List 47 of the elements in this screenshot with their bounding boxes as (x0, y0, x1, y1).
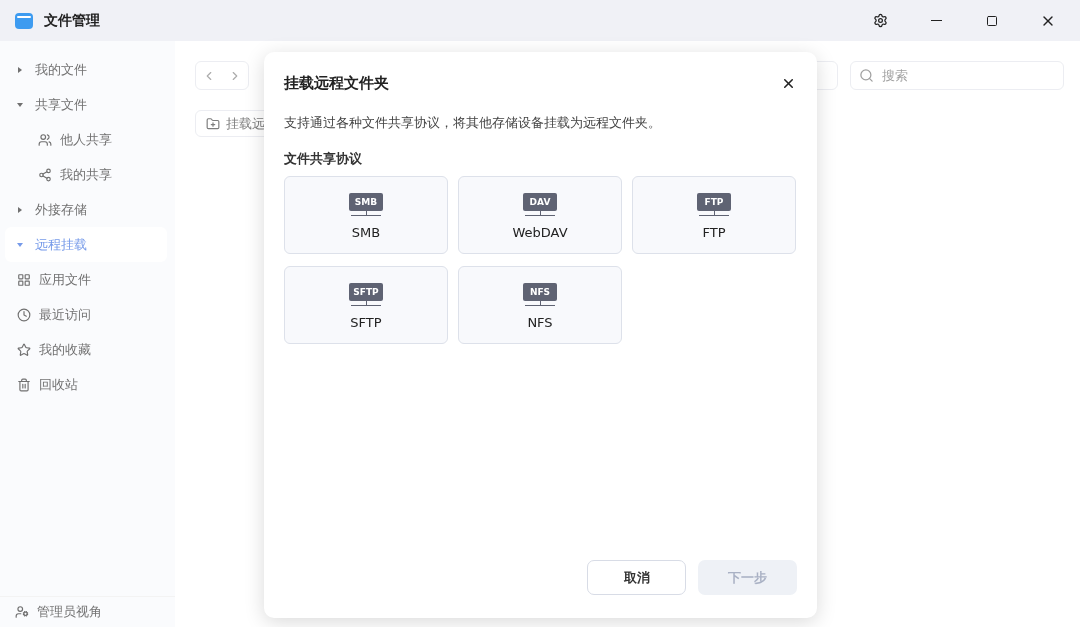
sidebar-label: 最近访问 (39, 305, 91, 324)
sidebar-label: 他人共享 (60, 130, 112, 149)
protocol-tile[interactable]: SMB SMB (284, 176, 448, 254)
search-icon (859, 68, 874, 83)
sidebar-item[interactable]: 他人共享 (5, 122, 167, 157)
protocol-tile[interactable]: NFS NFS (458, 266, 622, 344)
dialog-description: 支持通过各种文件共享协议，将其他存储设备挂载为远程文件夹。 (284, 115, 662, 132)
sidebar-item[interactable]: 应用文件 (5, 262, 167, 297)
grid-icon (17, 272, 31, 287)
trash-icon (17, 377, 31, 392)
search-input[interactable]: 搜索 (880, 67, 1034, 84)
admin-view-item[interactable]: 管理员视角 (0, 596, 175, 627)
sidebar-label: 回收站 (39, 375, 78, 394)
sidebar-item[interactable]: 我的文件 (5, 52, 167, 87)
sidebar-label: 我的收藏 (39, 340, 91, 359)
search-field[interactable]: 搜索 (850, 61, 1064, 90)
sidebar-item[interactable]: 我的收藏 (5, 332, 167, 367)
share-icon (38, 167, 52, 182)
sidebar-item[interactable]: 远程挂载 (5, 227, 167, 262)
section-label: 文件共享协议 (284, 150, 363, 168)
sidebar-label: 外接存储 (35, 200, 87, 219)
protocol-tile[interactable]: FTP FTP (632, 176, 796, 254)
user-icon (15, 605, 29, 619)
footer-label: 管理员视角 (37, 603, 102, 621)
protocol-tile[interactable]: DAV WebDAV (458, 176, 622, 254)
dialog-title: 挂载远程文件夹 (284, 74, 389, 93)
star-icon (17, 342, 31, 357)
folder-plus-icon (206, 116, 220, 131)
sidebar-item[interactable]: 共享文件 (5, 87, 167, 122)
folder-app-icon (14, 10, 34, 31)
minus-icon (930, 19, 942, 22)
sidebar-label: 我的共享 (60, 165, 112, 184)
square-icon (986, 14, 998, 27)
sidebar-item[interactable]: 最近访问 (5, 297, 167, 332)
sidebar-label: 应用文件 (39, 270, 91, 289)
sidebar-label: 共享文件 (35, 95, 87, 114)
gear-icon (872, 13, 888, 28)
sidebar-label: 远程挂载 (35, 235, 87, 254)
sidebar-item[interactable]: 回收站 (5, 367, 167, 402)
cancel-button[interactable]: 取消 (587, 560, 686, 595)
sidebar-item[interactable]: 我的共享 (5, 157, 167, 192)
protocol-tile[interactable]: SFTP SFTP (284, 266, 448, 344)
window-title: 文件管理 (44, 11, 101, 30)
clock-icon (17, 307, 31, 322)
sidebar-item[interactable]: 外接存储 (5, 192, 167, 227)
sidebar-label: 我的文件 (35, 60, 87, 79)
users-icon (38, 132, 52, 147)
